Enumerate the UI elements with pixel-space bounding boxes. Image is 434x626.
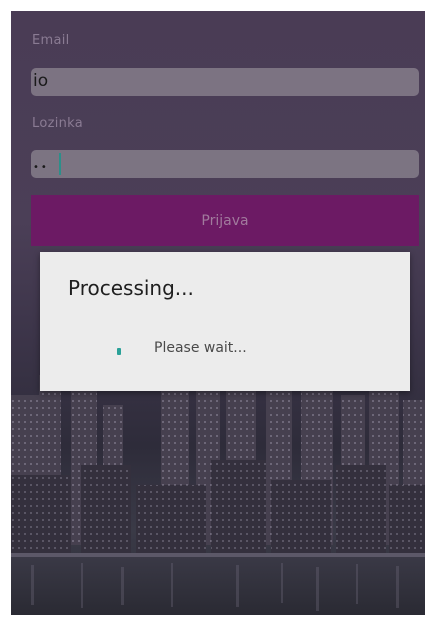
login-button[interactable]: Prijava — [31, 195, 419, 246]
spinner-icon — [117, 348, 121, 355]
password-label: Lozinka — [32, 116, 84, 131]
email-label: Email — [32, 33, 70, 48]
email-value: io — [33, 71, 49, 91]
dialog-title: Processing... — [68, 276, 194, 300]
app-screen: Email io Lozinka •• Prijava Processing..… — [11, 11, 425, 615]
password-value: •• — [33, 162, 49, 173]
password-field[interactable]: •• — [31, 150, 419, 178]
text-cursor — [59, 153, 61, 175]
dialog-message: Please wait... — [154, 340, 247, 356]
progress-dialog: Processing... Please wait... — [40, 252, 410, 391]
email-field[interactable]: io — [31, 68, 419, 96]
